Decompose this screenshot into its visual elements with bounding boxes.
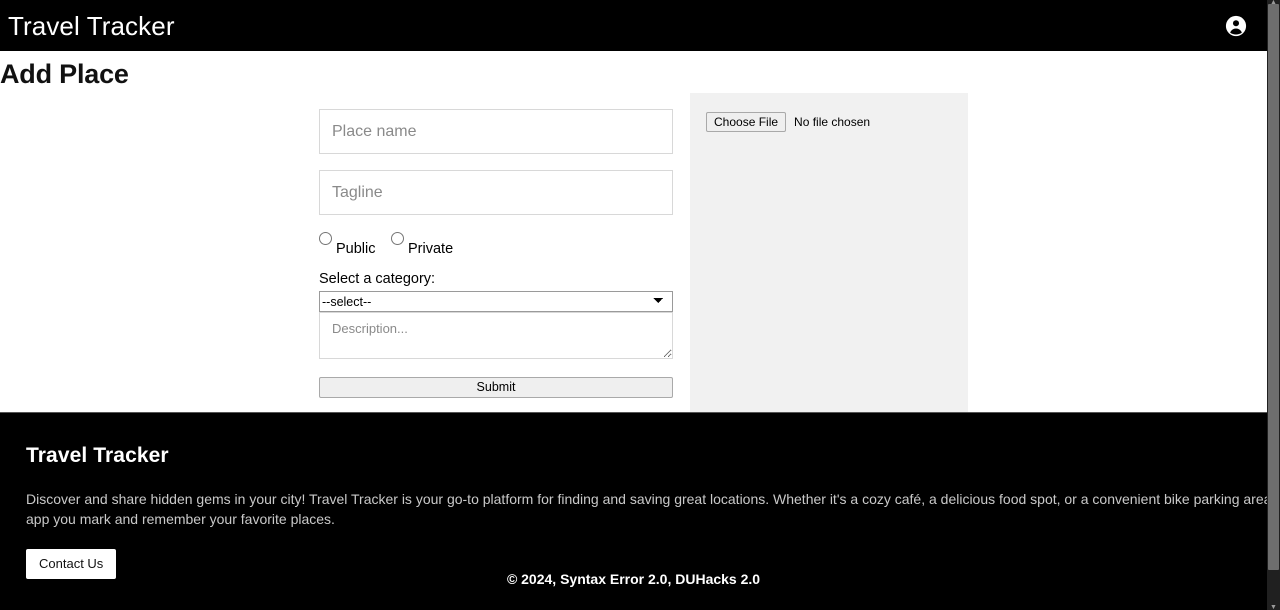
radio-public[interactable] (319, 232, 332, 245)
form-spacer (319, 154, 673, 170)
category-label: Select a category: (319, 271, 436, 287)
description-textarea[interactable] (319, 312, 673, 360)
radio-private-label[interactable]: Private (408, 242, 453, 257)
scroll-down-arrow-icon[interactable]: ▼ (1267, 604, 1280, 610)
add-place-form: Public Private Select a category: --sele… (319, 109, 673, 399)
submit-button[interactable]: Submit (319, 377, 673, 399)
place-name-input[interactable] (319, 109, 673, 154)
footer-title: Travel Tracker (26, 444, 169, 467)
scrollbar-thumb[interactable] (1268, 4, 1279, 570)
file-input-row: Choose File No file chosen (706, 112, 968, 133)
footer-copyright: © 2024, Syntax Error 2.0, DUHacks 2.0 (506, 571, 761, 587)
site-footer: Travel Tracker Discover and share hidden… (0, 412, 1267, 610)
radio-private[interactable] (391, 232, 404, 245)
image-upload-panel: Choose File No file chosen (690, 93, 968, 412)
visibility-radio-group: Public Private (319, 232, 673, 258)
file-status-text: No file chosen (794, 115, 871, 130)
choose-file-button[interactable]: Choose File (706, 112, 787, 133)
page-scrollbar[interactable]: ▲ ▼ (1267, 0, 1280, 610)
footer-description: Discover and share hidden gems in your c… (26, 491, 1267, 528)
app-root: Travel Tracker Add Place Public Private … (0, 0, 1280, 610)
account-circle-icon[interactable] (1225, 15, 1247, 37)
top-navbar: Travel Tracker (0, 0, 1267, 51)
category-select[interactable]: --select-- (319, 291, 673, 313)
brand-title[interactable]: Travel Tracker (8, 13, 175, 39)
page-title: Add Place (0, 59, 129, 89)
radio-public-label[interactable]: Public (336, 242, 376, 257)
tagline-input[interactable] (319, 170, 673, 215)
main-content: Public Private Select a category: --sele… (0, 93, 1267, 412)
